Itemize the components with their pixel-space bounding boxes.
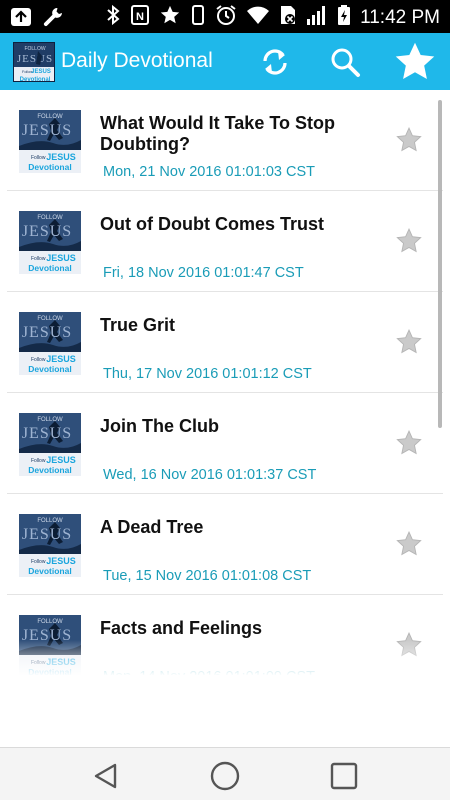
thumbnail-text-l1: FOLLOW bbox=[37, 215, 63, 221]
notification-icon bbox=[10, 7, 32, 32]
navigation-bar bbox=[0, 747, 450, 800]
thumbnail-text-l2: JESUS bbox=[22, 122, 72, 139]
logo-line1: FOLLOW bbox=[24, 46, 45, 52]
app-bar: FOLLOW JESUS Follow JESUS Devotional Dai… bbox=[0, 33, 450, 90]
item-title: A Dead Tree bbox=[100, 517, 204, 537]
item-title: Join The Club bbox=[100, 416, 219, 436]
list-item[interactable]: FOLLOW JESUS Follow JESUS Devotional Join The… bbox=[7, 393, 443, 494]
thumbnail-text-l4: JESUS bbox=[46, 556, 76, 566]
list-item[interactable]: FOLLOW JESUS Follow JESUS Devotional Out of D… bbox=[7, 191, 443, 292]
item-date: Thu, 17 Nov 2016 01:01:12 CST bbox=[103, 366, 312, 382]
back-icon[interactable] bbox=[89, 759, 123, 793]
thumbnail-text-l1: FOLLOW bbox=[37, 316, 63, 322]
recents-icon[interactable] bbox=[327, 759, 361, 793]
thumbnail-text-l1: FOLLOW bbox=[37, 518, 63, 524]
sim-icon bbox=[279, 4, 297, 31]
item-date: Mon, 21 Nov 2016 01:01:03 CST bbox=[103, 164, 315, 180]
thumbnail-text-l1: FOLLOW bbox=[37, 417, 63, 423]
thumbnail-text-l2: JESUS bbox=[22, 223, 72, 240]
thumbnail-text-l3: Follow bbox=[31, 357, 46, 363]
devotional-thumbnail: FOLLOWJESUSFollowJESUSDevotional bbox=[19, 413, 81, 476]
item-date: Wed, 16 Nov 2016 01:01:37 CST bbox=[103, 467, 317, 483]
list-fade bbox=[0, 640, 450, 676]
favorite-star-icon[interactable] bbox=[395, 126, 423, 154]
nfc-icon: N bbox=[130, 4, 150, 31]
svg-text:N: N bbox=[136, 11, 144, 23]
thumbnail-text-l1: FOLLOW bbox=[37, 619, 63, 625]
favorite-star-icon[interactable] bbox=[395, 429, 423, 457]
vibrate-icon bbox=[190, 4, 206, 31]
thumbnail-text-l4: JESUS bbox=[46, 354, 76, 364]
thumbnail-text-l2: JESUS bbox=[22, 324, 72, 341]
devotional-thumbnail: FOLLOWJESUSFollowJESUSDevotional bbox=[19, 514, 81, 577]
list-item[interactable]: FOLLOW JESUS Follow JESUS Devotional True Gri… bbox=[7, 292, 443, 393]
thumbnail-text-l3: Follow bbox=[31, 559, 46, 565]
status-bar: N 11:42 PM bbox=[0, 0, 450, 33]
wrench-icon bbox=[42, 6, 64, 33]
devotional-thumbnail: FOLLOWJESUSFollowJESUSDevotional bbox=[19, 110, 81, 173]
item-title: True Grit bbox=[100, 315, 176, 335]
thumbnail-text-l4: JESUS bbox=[46, 253, 76, 263]
favorite-star-icon[interactable] bbox=[395, 328, 423, 356]
item-title: Facts and Feelings bbox=[100, 618, 263, 638]
thumbnail-text-l5: Devotional bbox=[28, 364, 71, 374]
devotional-thumbnail: FOLLOWJESUSFollowJESUSDevotional bbox=[19, 211, 81, 274]
devotional-thumbnail: FOLLOWJESUSFollowJESUSDevotional bbox=[19, 312, 81, 375]
favorites-star-icon[interactable] bbox=[392, 39, 438, 85]
item-date: Tue, 15 Nov 2016 01:01:08 CST bbox=[103, 568, 312, 584]
item-title: Out of Doubt Comes Trust bbox=[100, 214, 324, 234]
status-time: 11:42 PM bbox=[360, 6, 440, 28]
signal-icon bbox=[306, 4, 328, 31]
app-title: Daily Devotional bbox=[61, 49, 213, 72]
devotional-list[interactable]: FOLLOW JESUS Follow JESUS Devotional What Wou… bbox=[0, 90, 450, 675]
star-icon bbox=[159, 4, 181, 31]
favorite-star-icon[interactable] bbox=[395, 227, 423, 255]
thumbnail-text-l1: FOLLOW bbox=[37, 114, 63, 120]
thumbnail-text-l5: Devotional bbox=[28, 566, 71, 576]
alarm-icon bbox=[215, 4, 237, 31]
thumbnail-text-l4: JESUS bbox=[46, 455, 76, 465]
logo-line5: Devotional bbox=[20, 77, 51, 82]
scrollbar[interactable] bbox=[438, 100, 442, 428]
thumbnail-text-l3: Follow bbox=[31, 155, 46, 161]
favorite-star-icon[interactable] bbox=[395, 530, 423, 558]
item-date: Fri, 18 Nov 2016 01:01:47 CST bbox=[103, 265, 304, 281]
list-item[interactable]: FOLLOW JESUS Follow JESUS Devotional What Wou… bbox=[7, 90, 443, 191]
thumbnail-text-l2: JESUS bbox=[22, 526, 72, 543]
thumbnail-text-l4: JESUS bbox=[46, 152, 76, 162]
search-icon[interactable] bbox=[326, 43, 364, 81]
logo-line2: JESUS bbox=[17, 53, 53, 65]
thumbnail-text-l5: Devotional bbox=[28, 162, 71, 172]
item-title: What Would It Take To Stop Doubting? bbox=[100, 113, 335, 154]
thumbnail-text-l3: Follow bbox=[31, 256, 46, 262]
thumbnail-text-l5: Devotional bbox=[28, 263, 71, 273]
refresh-icon[interactable] bbox=[256, 43, 294, 81]
app-logo[interactable]: FOLLOW JESUS Follow JESUS Devotional bbox=[13, 42, 55, 82]
thumbnail-text-l2: JESUS bbox=[22, 425, 72, 442]
wifi-icon bbox=[246, 5, 270, 30]
bluetooth-icon bbox=[105, 4, 121, 31]
home-icon[interactable] bbox=[208, 759, 242, 793]
logo-line4: JESUS bbox=[31, 69, 51, 75]
list-item[interactable]: FOLLOW JESUS Follow JESUS Devotional A Dead T… bbox=[7, 494, 443, 595]
thumbnail-text-l5: Devotional bbox=[28, 465, 71, 475]
battery-icon bbox=[337, 4, 351, 31]
thumbnail-text-l3: Follow bbox=[31, 458, 46, 464]
